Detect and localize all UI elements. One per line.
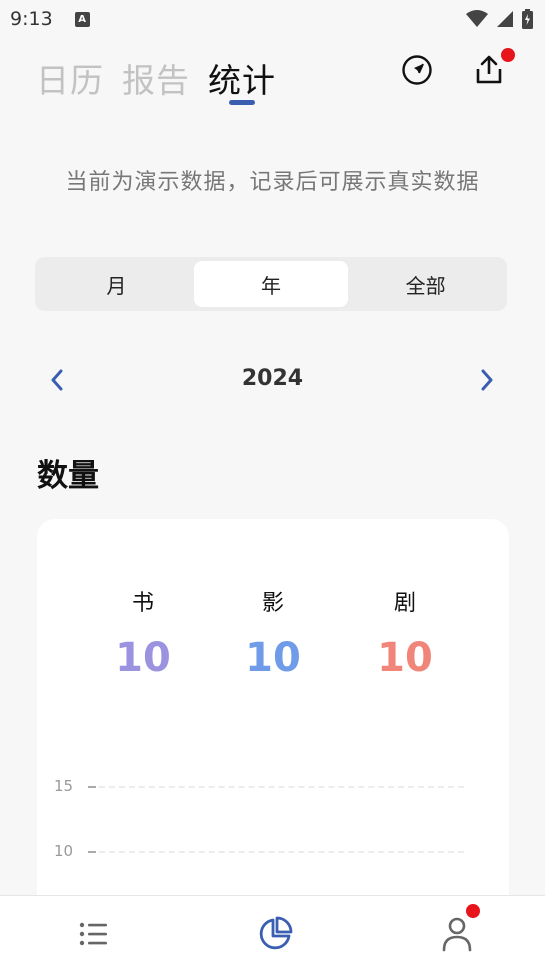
status-indicators: [466, 9, 533, 29]
tab-statistics[interactable]: 统计: [208, 54, 276, 102]
bottom-navigation: [0, 895, 545, 969]
count-books[interactable]: 书 10: [93, 585, 193, 681]
y-tick-label: 15: [54, 777, 74, 795]
tab-calendar[interactable]: 日历: [36, 54, 104, 102]
chevron-right-icon: [481, 369, 493, 391]
current-year: 2024: [241, 366, 304, 391]
pie-chart-icon: [259, 916, 293, 950]
compass-icon: [402, 55, 432, 85]
demo-data-notice: 当前为演示数据，记录后可展示真实数据: [65, 170, 480, 195]
status-time: 9:13: [10, 8, 53, 30]
count-value-movies: 10: [245, 635, 301, 681]
nav-statistics-button[interactable]: [255, 914, 295, 954]
signal-icon: [497, 11, 513, 27]
y-tick-mark: [88, 851, 96, 853]
count-label-movies: 影: [261, 591, 284, 616]
nav-list-button[interactable]: [74, 914, 114, 954]
period-segmented-control: 月 年 全部: [35, 257, 507, 311]
compass-button[interactable]: [399, 52, 435, 88]
wifi-icon: [466, 10, 488, 27]
share-icon: [476, 55, 502, 84]
next-year-button[interactable]: [473, 366, 501, 394]
count-label-books: 书: [131, 591, 154, 616]
segment-year[interactable]: 年: [193, 261, 349, 307]
count-movies[interactable]: 影 10: [223, 585, 323, 681]
segment-all[interactable]: 全部: [348, 261, 503, 307]
gridline: [99, 851, 464, 853]
profile-notification-dot: [466, 904, 480, 918]
count-value-series: 10: [377, 635, 433, 681]
status-bar: 9:13 A: [0, 0, 545, 38]
y-tick-mark: [88, 786, 96, 788]
active-tab-indicator: [229, 100, 255, 105]
gridline: [99, 786, 464, 788]
section-title-quantity: 数量: [37, 458, 99, 494]
user-icon: [442, 917, 472, 952]
count-value-books: 10: [115, 635, 171, 681]
top-navigation: 日历 报告 统计: [0, 46, 545, 116]
list-icon: [79, 922, 107, 946]
share-notification-dot: [501, 48, 515, 62]
battery-icon: [522, 9, 533, 29]
quantity-card: 书 10 影 10 剧 10 15 10: [37, 519, 509, 939]
count-label-series: 剧: [393, 591, 416, 616]
year-selector: 2024: [0, 360, 545, 400]
notification-a-icon: A: [74, 11, 90, 27]
y-tick-label: 10: [54, 842, 74, 860]
segment-month[interactable]: 月: [39, 261, 194, 307]
count-series[interactable]: 剧 10: [355, 585, 455, 681]
nav-profile-button[interactable]: [437, 914, 477, 954]
tab-report[interactable]: 报告: [122, 54, 190, 102]
